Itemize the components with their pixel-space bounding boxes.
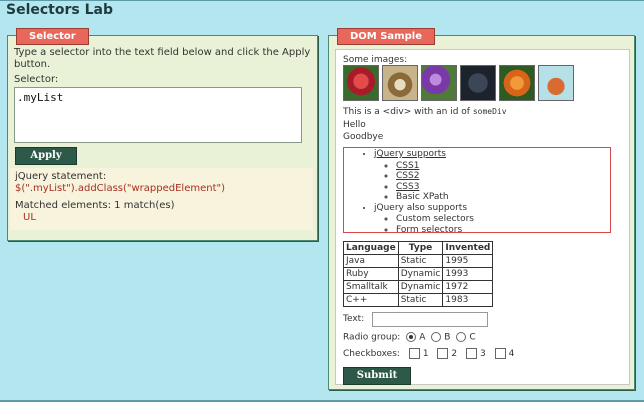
- checkbox-1[interactable]: [408, 348, 420, 359]
- result-box: jQuery statement: $(".myList").addClass(…: [10, 168, 313, 230]
- text-field[interactable]: [372, 312, 488, 327]
- statement-label: jQuery statement:: [15, 171, 107, 182]
- css1-link[interactable]: CSS1: [396, 161, 419, 171]
- dog-image-icon: [382, 65, 418, 101]
- list-item: Custom selectors: [396, 214, 610, 225]
- table-cell: Ruby: [343, 267, 399, 281]
- checkbox-1-label: 1: [422, 349, 429, 359]
- table-row: Ruby Dynamic 1993: [343, 267, 494, 281]
- sub-list: CSS1 CSS2 CSS3 Basic XPath: [374, 161, 610, 203]
- matched-item: UL: [23, 212, 36, 223]
- checkbox-2[interactable]: [437, 348, 449, 359]
- matched-label: Matched elements: 1 match(es): [15, 200, 175, 211]
- table-cell: Dynamic: [397, 280, 444, 294]
- table-cell: 1972: [442, 280, 494, 294]
- radio-a[interactable]: [406, 332, 417, 342]
- image-row: [343, 65, 574, 101]
- list-item: CSS1: [396, 161, 610, 172]
- table-header: Language: [343, 241, 399, 255]
- table-cell: Smalltalk: [343, 280, 399, 294]
- table-row: Java Static 1995: [343, 254, 494, 268]
- table-header: Type: [397, 241, 444, 255]
- div-description-text: This is a <div> with an id of: [343, 107, 470, 117]
- selector-input[interactable]: .myList: [14, 87, 302, 143]
- checkbox-2-label: 2: [451, 349, 458, 359]
- list-item: CSS3: [396, 182, 610, 193]
- checkbox-3-label: 3: [480, 349, 486, 359]
- cat-image-icon: [460, 65, 496, 101]
- radio-group-label: Radio group:: [343, 332, 401, 343]
- div-description: This is a <div> with an id of someDiv: [343, 106, 507, 118]
- table-header: Invented: [442, 241, 494, 255]
- css2-link[interactable]: CSS2: [396, 171, 419, 181]
- checkbox-row: Checkboxes: 1 2 3 4: [343, 348, 514, 359]
- page-title: Selectors Lab: [6, 2, 113, 18]
- checkbox-4-label: 4: [508, 349, 515, 359]
- radio-group-row: Radio group: A B C: [343, 332, 476, 343]
- radio-c-label: C: [469, 332, 476, 343]
- list-item: jQuery supports CSS1 CSS2 CSS3 Basic XPa…: [374, 149, 610, 203]
- table-cell: Static: [397, 254, 444, 268]
- flower-orange-image-icon: [499, 65, 535, 101]
- table-row: C++ Static 1983: [343, 293, 494, 307]
- list-item: Basic XPath: [396, 192, 610, 203]
- checkbox-3[interactable]: [466, 348, 478, 359]
- radio-b-label: B: [444, 332, 451, 343]
- dom-sample-content: Some images: This is a <div> with an id …: [335, 49, 630, 385]
- sub-list: Custom selectors Form selectors: [374, 214, 610, 235]
- my-list-box: jQuery supports CSS1 CSS2 CSS3 Basic XPa…: [343, 147, 611, 235]
- radio-a-label: A: [419, 332, 426, 343]
- goodbye-text: Goodbye: [343, 132, 384, 142]
- selector-instructions: Type a selector into the text field belo…: [14, 47, 311, 70]
- jquery-also-supports-text: jQuery also supports: [374, 202, 468, 213]
- radio-c[interactable]: [456, 332, 467, 342]
- table-cell: 1993: [442, 267, 494, 281]
- my-list: jQuery supports CSS1 CSS2 CSS3 Basic XPa…: [344, 149, 610, 235]
- language-table: Language Type Invented Java Static 1995 …: [343, 241, 494, 307]
- selector-label: Selector:: [14, 74, 59, 85]
- radio-b[interactable]: [431, 332, 442, 342]
- dom-panel-title: DOM Sample: [337, 28, 435, 45]
- table-header-row: Language Type Invented: [343, 241, 494, 255]
- table-cell: Dynamic: [397, 267, 444, 281]
- teapot-image-icon: [538, 65, 574, 101]
- list-item: Form selectors: [396, 225, 610, 236]
- statement-code: $(".myList").addClass("wrappedElement"): [15, 183, 226, 194]
- list-item: CSS2: [396, 171, 610, 182]
- div-id-code: someDiv: [472, 107, 507, 116]
- css3-link[interactable]: CSS3: [396, 182, 419, 192]
- text-field-row: Text:: [343, 312, 493, 327]
- flower-red-image-icon: [343, 65, 379, 101]
- checkbox-4[interactable]: [494, 348, 506, 359]
- list-item: jQuery also supports Custom selectors Fo…: [374, 203, 610, 236]
- table-cell: 1983: [442, 293, 494, 307]
- selector-panel: Selector Type a selector into the text f…: [7, 28, 318, 241]
- selector-panel-title: Selector: [16, 28, 89, 45]
- top-frame-line: [0, 0, 644, 1]
- apply-button[interactable]: Apply: [15, 147, 77, 165]
- table-cell: Java: [343, 254, 399, 268]
- table-cell: Static: [397, 293, 444, 307]
- hello-text: Hello: [343, 120, 366, 130]
- table-cell: 1995: [442, 254, 494, 268]
- jquery-supports-link[interactable]: jQuery supports: [374, 149, 446, 159]
- table-row: Smalltalk Dynamic 1972: [343, 280, 494, 294]
- checkboxes-label: Checkboxes:: [343, 349, 400, 359]
- submit-button[interactable]: Submit: [343, 367, 411, 385]
- dom-sample-panel: DOM Sample Some images: This is a <div> …: [328, 28, 635, 390]
- table-cell: C++: [343, 293, 399, 307]
- flower-purple-image-icon: [421, 65, 457, 101]
- text-field-label: Text:: [343, 314, 365, 324]
